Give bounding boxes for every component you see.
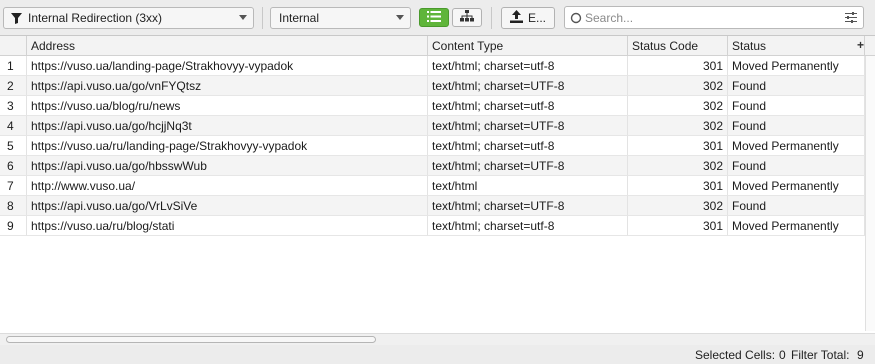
cell-content-type[interactable]: text/html; charset=utf-8 [428, 96, 628, 116]
cell-content-type[interactable]: text/html; charset=UTF-8 [428, 76, 628, 96]
table-row[interactable]: 6 https://api.vuso.ua/go/hbsswWub text/h… [0, 156, 866, 176]
cell-status-code[interactable]: 302 [628, 156, 728, 176]
cell-content-type[interactable]: text/html [428, 176, 628, 196]
cell-status[interactable]: Moved Permanently [728, 136, 865, 156]
export-icon [510, 10, 523, 26]
cell-content-type[interactable]: text/html; charset=utf-8 [428, 136, 628, 156]
cell-status-code[interactable]: 301 [628, 56, 728, 76]
search-box[interactable] [564, 6, 864, 29]
filter-icon [11, 13, 22, 27]
cell-status[interactable]: Moved Permanently [728, 176, 865, 196]
column-header-content-type[interactable]: Content Type [428, 36, 628, 56]
row-number: 5 [0, 136, 27, 156]
cell-status-code[interactable]: 302 [628, 76, 728, 96]
tree-view-button[interactable] [452, 8, 482, 27]
cell-status[interactable]: Found [728, 96, 865, 116]
row-number: 7 [0, 176, 27, 196]
list-view-icon [427, 10, 441, 25]
cell-content-type[interactable]: text/html; charset=utf-8 [428, 216, 628, 236]
selected-cells-label: Selected Cells: [695, 348, 776, 362]
search-icon [570, 12, 582, 27]
row-number: 9 [0, 216, 27, 236]
toolbar: Internal Redirection (3xx) Internal E...… [0, 0, 875, 35]
export-button-label: E... [528, 11, 547, 25]
cell-content-type[interactable]: text/html; charset=UTF-8 [428, 196, 628, 216]
row-number: 3 [0, 96, 27, 116]
cell-status[interactable]: Found [728, 116, 865, 136]
cell-status-code[interactable]: 302 [628, 96, 728, 116]
toolbar-divider [491, 7, 492, 29]
cell-address[interactable]: https://vuso.ua/blog/ru/news [27, 96, 428, 116]
row-number: 1 [0, 56, 27, 76]
cell-status[interactable]: Found [728, 76, 865, 96]
cell-address[interactable]: https://vuso.ua/ru/blog/stati [27, 216, 428, 236]
cell-status-code[interactable]: 301 [628, 176, 728, 196]
filter-settings-icon[interactable] [845, 12, 857, 26]
cell-status[interactable]: Found [728, 156, 865, 176]
cell-status-code[interactable]: 302 [628, 116, 728, 136]
filter-total-label: Filter Total: [791, 348, 850, 362]
table-row[interactable]: 9 https://vuso.ua/ru/blog/stati text/htm… [0, 216, 866, 236]
filter-dropdown-value: Internal Redirection (3xx) [28, 11, 163, 25]
cell-address[interactable]: https://vuso.ua/ru/landing-page/Strakhov… [27, 136, 428, 156]
row-number: 8 [0, 196, 27, 216]
filter-total-value: 9 [857, 348, 864, 362]
row-number-header [0, 36, 27, 56]
results-table: Address Content Type Status Code Status … [0, 35, 875, 345]
scope-dropdown[interactable]: Internal [270, 7, 411, 29]
table-header: Address Content Type Status Code Status … [0, 36, 875, 56]
row-number: 2 [0, 76, 27, 96]
table-row[interactable]: 8 https://api.vuso.ua/go/VrLvSiVe text/h… [0, 196, 866, 216]
table-row[interactable]: 4 https://api.vuso.ua/go/hcjjNq3t text/h… [0, 116, 866, 136]
table-row[interactable]: 3 https://vuso.ua/blog/ru/news text/html… [0, 96, 866, 116]
horizontal-scrollbar-thumb[interactable] [6, 336, 376, 343]
table-row[interactable]: 2 https://api.vuso.ua/go/vnFYQtsz text/h… [0, 76, 866, 96]
tree-view-icon [460, 10, 474, 25]
chevron-down-icon [239, 15, 247, 20]
cell-status[interactable]: Moved Permanently [728, 216, 865, 236]
cell-address[interactable]: https://vuso.ua/landing-page/Strakhovyy-… [27, 56, 428, 76]
table-row[interactable]: 7 http://www.vuso.ua/ text/html 301 Move… [0, 176, 866, 196]
column-header-address[interactable]: Address [27, 36, 428, 56]
scope-dropdown-value: Internal [279, 11, 320, 25]
column-header-status[interactable]: Status [728, 36, 865, 56]
toolbar-divider [262, 7, 263, 29]
cell-address[interactable]: https://api.vuso.ua/go/hbsswWub [27, 156, 428, 176]
chevron-down-icon [396, 15, 404, 20]
cell-status[interactable]: Moved Permanently [728, 56, 865, 76]
export-button[interactable]: E... [501, 7, 555, 29]
cell-address[interactable]: https://api.vuso.ua/go/VrLvSiVe [27, 196, 428, 216]
status-bar: Selected Cells: 0 Filter Total: 9 [0, 345, 875, 364]
vertical-scrollbar[interactable] [865, 56, 875, 331]
filter-dropdown[interactable]: Internal Redirection (3xx) [3, 7, 254, 29]
selected-cells-value: 0 [779, 348, 786, 362]
cell-content-type[interactable]: text/html; charset=utf-8 [428, 56, 628, 76]
horizontal-scrollbar[interactable] [0, 333, 875, 345]
list-view-button[interactable] [419, 8, 449, 27]
search-input[interactable] [585, 10, 835, 26]
row-number: 4 [0, 116, 27, 136]
cell-address[interactable]: https://api.vuso.ua/go/vnFYQtsz [27, 76, 428, 96]
add-column-icon[interactable]: + [857, 36, 867, 56]
cell-content-type[interactable]: text/html; charset=UTF-8 [428, 156, 628, 176]
cell-address[interactable]: https://api.vuso.ua/go/hcjjNq3t [27, 116, 428, 136]
table-row[interactable]: 5 https://vuso.ua/ru/landing-page/Strakh… [0, 136, 866, 156]
cell-status-code[interactable]: 302 [628, 196, 728, 216]
cell-status-code[interactable]: 301 [628, 136, 728, 156]
row-number: 6 [0, 156, 27, 176]
cell-content-type[interactable]: text/html; charset=UTF-8 [428, 116, 628, 136]
table-row[interactable]: 1 https://vuso.ua/landing-page/Strakhovy… [0, 56, 866, 76]
column-header-status-code[interactable]: Status Code [628, 36, 728, 56]
cell-status[interactable]: Found [728, 196, 865, 216]
cell-address[interactable]: http://www.vuso.ua/ [27, 176, 428, 196]
cell-status-code[interactable]: 301 [628, 216, 728, 236]
